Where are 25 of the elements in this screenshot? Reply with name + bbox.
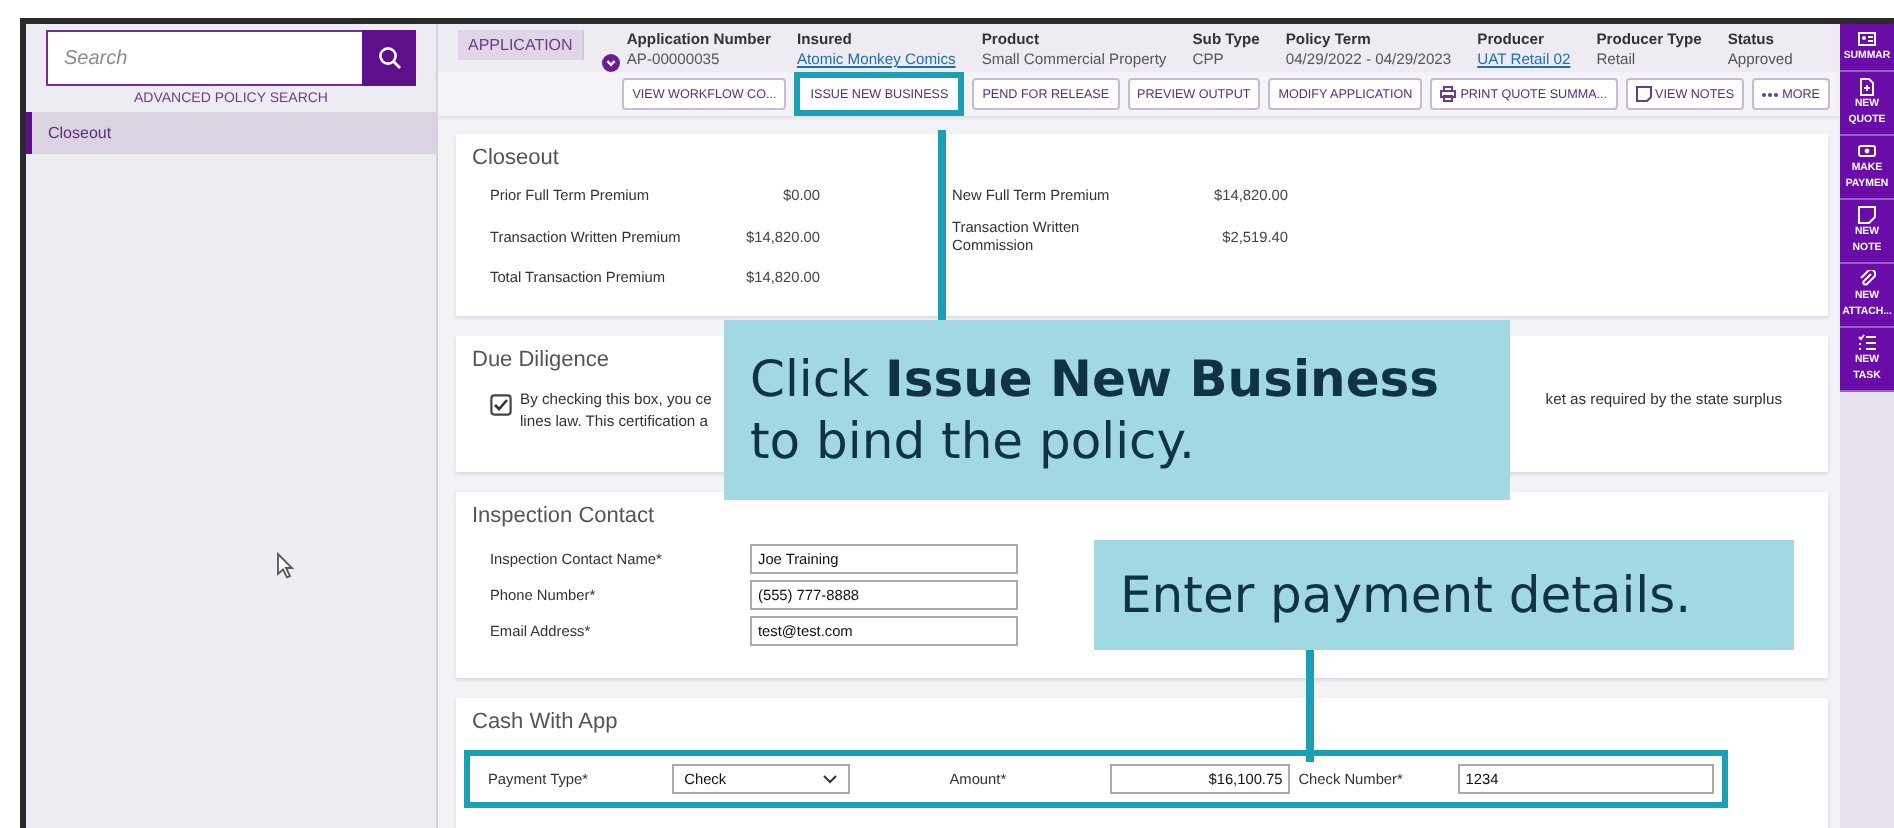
callout-text: Enter payment details. <box>1120 564 1694 626</box>
banknote-icon <box>1858 142 1876 160</box>
sidebar-item[interactable]: Closeout <box>26 112 436 154</box>
printer-icon <box>1440 86 1457 102</box>
document-icon <box>1858 78 1876 96</box>
chevron-down-icon[interactable] <box>602 54 621 72</box>
checkbox[interactable] <box>490 394 512 416</box>
section-title: Closeout <box>472 146 559 170</box>
section-title: Inspection Contact <box>472 504 655 528</box>
note-icon <box>1635 86 1652 102</box>
paperclip-icon <box>1858 270 1876 288</box>
more-icon <box>1762 91 1779 97</box>
search-field[interactable]: Search <box>46 30 362 86</box>
search-icon <box>377 46 401 70</box>
search-button[interactable] <box>362 30 416 86</box>
chevron-down-icon <box>821 774 838 784</box>
section-title: Due Diligence <box>472 348 609 372</box>
status-tag: APPLICATION <box>458 30 585 60</box>
note-icon <box>1858 206 1876 224</box>
checklist-icon <box>1858 334 1876 352</box>
section-title: Cash With App <box>472 710 618 734</box>
id-card-icon <box>1858 30 1876 48</box>
callout-text: Click Issue New Business <box>750 348 1442 410</box>
callout-text: to bind the policy. <box>750 410 1197 472</box>
mouse-pointer-icon <box>276 552 296 580</box>
